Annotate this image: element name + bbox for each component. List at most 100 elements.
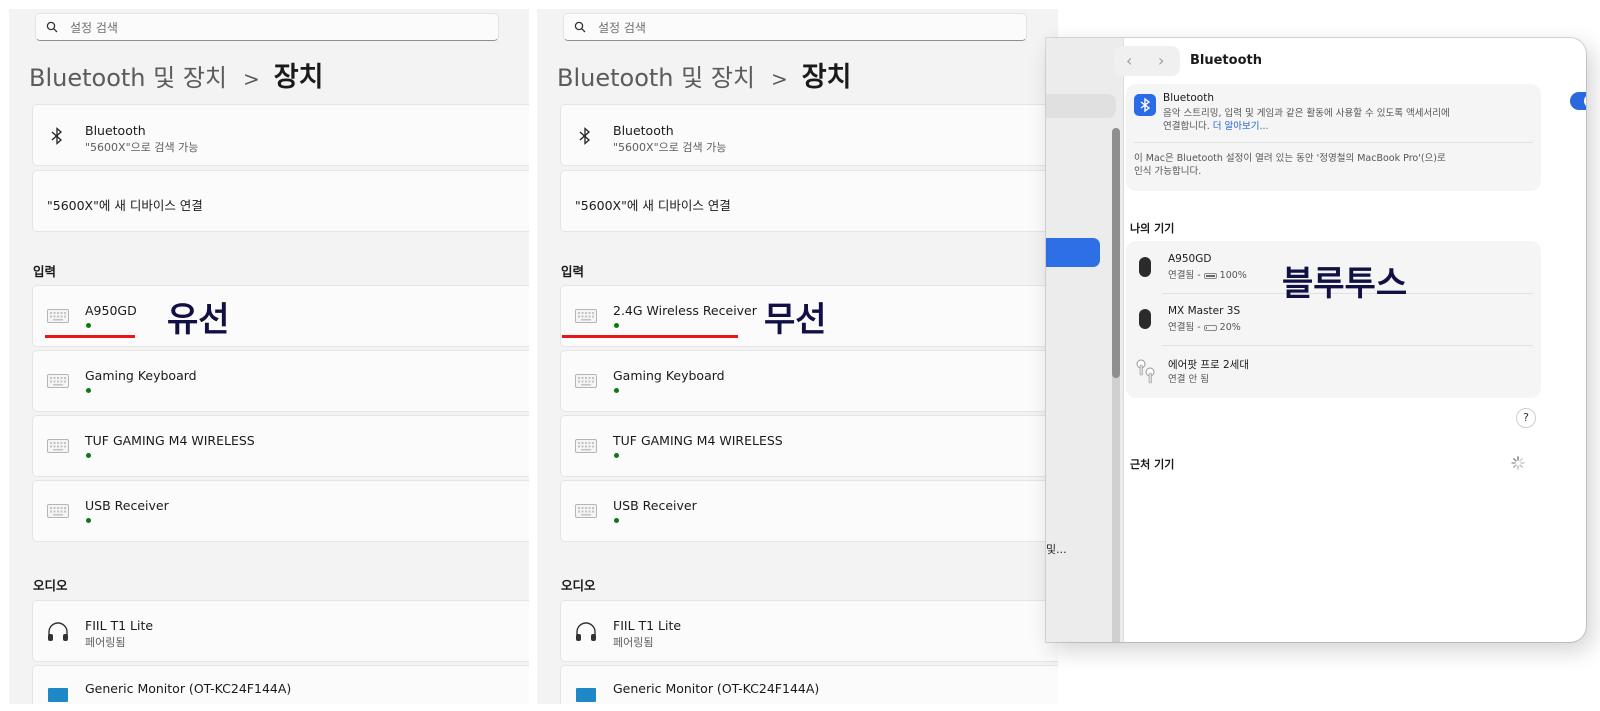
device-name: Generic Monitor (OT-KC24F144A) [613,681,820,696]
bluetooth-description: 음악 스트리밍, 입력 및 게임과 같은 활동에 사용할 수 있도록 액세서리에 [1163,108,1450,119]
device-row[interactable]: Gaming Keyboard [560,350,1058,412]
breadcrumb-parent[interactable]: Bluetooth 및 장치 [557,58,755,93]
scrollbar-thumb[interactable] [1112,128,1120,378]
headphones-icon [48,622,68,641]
device-name: FIIL T1 Lite [613,618,682,633]
bluetooth-card[interactable]: Bluetooth "5600X"으로 검색 가능 [32,104,529,166]
bluetooth-title: Bluetooth [85,123,146,138]
connection-status: 연결됨 - [1168,270,1201,281]
device-row[interactable]: Gaming Keyboard [32,350,529,412]
device-name: TUF GAMING M4 WIRELESS [85,433,255,448]
macos-bluetooth-settings: 및... ‹ › Bluetooth Bluetooth 음악 스트리밍, 입력… [1046,38,1586,642]
audio-section-label: 오디오 [33,578,68,593]
discoverable-text: 이 Mac은 Bluetooth 설정이 열려 있는 동안 '정영철의 MacB… [1134,153,1446,164]
search-icon [46,21,58,33]
airpods-icon [1136,359,1155,384]
device-name: A950GD [1168,253,1212,265]
device-name: Generic Monitor (OT-KC24F144A) [85,681,292,696]
sidebar-item-selected[interactable] [1046,238,1100,267]
bluetooth-title: Bluetooth [1163,92,1214,104]
bluetooth-toggle[interactable] [1570,92,1586,110]
device-status: 페어링됨 [613,636,654,649]
device-row[interactable]: TUF GAMING M4 WIRELESS [560,415,1058,477]
divider [1162,345,1533,346]
search-input[interactable]: 설정 검색 [563,13,1027,41]
back-icon[interactable]: ‹ [1126,51,1132,70]
bluetooth-subtitle: "5600X"으로 검색 가능 [613,141,727,154]
keyboard-icon [47,503,69,522]
battery-percent: 100% [1219,270,1247,281]
page-title: 장치 [273,62,324,93]
my-devices-label: 나의 기기 [1130,222,1175,235]
bluetooth-card[interactable]: Bluetooth "5600X"으로 검색 가능 [560,104,1058,166]
sidebar: 및... [1046,38,1124,642]
bluetooth-icon [51,127,62,145]
pair-new-device-card[interactable]: "5600X"에 새 디바이스 연결 [560,170,1058,232]
monitor-icon [576,688,596,702]
bluetooth-settings-box: Bluetooth 음악 스트리밍, 입력 및 게임과 같은 활동에 사용할 수… [1126,84,1586,191]
battery-fill [1205,274,1215,277]
forward-icon[interactable]: › [1158,51,1164,70]
nearby-devices-label: 근처 기기 [1130,458,1175,471]
help-button[interactable]: ? [1516,408,1536,428]
pair-new-device-label: "5600X"에 새 디바이스 연결 [47,198,203,213]
discoverable-text-line2: 인식 가능합니다. [1134,166,1202,177]
device-row[interactable]: Generic Monitor (OT-KC24F144A) [32,665,529,704]
device-row[interactable]: Generic Monitor (OT-KC24F144A) [560,665,1058,704]
annotation-text: 유선 [167,300,230,340]
pair-new-device-label: "5600X"에 새 디바이스 연결 [575,198,731,213]
windows-settings-wired: 설정 검색 Bluetooth 및 장치 > 장치 Bluetooth "560… [9,9,529,704]
search-input[interactable]: 설정 검색 [35,13,499,41]
connected-dot [614,388,619,393]
device-row[interactable]: USB Receiver [32,480,529,542]
keyboard-icon [47,308,69,327]
device-name: USB Receiver [613,498,697,513]
connected-dot [614,518,619,523]
pair-new-device-card[interactable]: "5600X"에 새 디바이스 연결 [32,170,529,232]
connected-dot [614,323,619,328]
sidebar-search-input[interactable] [1046,94,1116,118]
connected-dot [614,453,619,458]
device-name: MX Master 3S [1168,305,1241,317]
bluetooth-icon [1134,94,1156,116]
device-name: Gaming Keyboard [613,368,725,383]
bluetooth-icon [579,127,590,145]
device-status: 연결됨 - 100% [1168,269,1247,282]
device-row[interactable]: FIIL T1 Lite 페어링됨 [32,600,529,662]
battery-percent: 20% [1219,322,1241,333]
connection-status: 연결됨 - [1168,322,1201,333]
connected-dot [86,518,91,523]
windows-settings-wireless: 설정 검색 Bluetooth 및 장치 > 장치 Bluetooth "560… [537,9,1058,704]
device-row[interactable]: FIIL T1 Lite 페어링됨 [560,600,1058,662]
keyboard-icon [575,373,597,392]
device-name: USB Receiver [85,498,169,513]
sidebar-item-label[interactable]: 및... [1046,541,1067,557]
device-name: FIIL T1 Lite [85,618,154,633]
device-row[interactable]: TUF GAMING M4 WIRELESS [32,415,529,477]
device-name: 2.4G Wireless Receiver [613,303,757,318]
device-name: 에어팟 프로 2세대 [1168,359,1249,371]
learn-more-link[interactable]: 더 알아보기... [1213,121,1269,132]
divider [1134,142,1533,143]
device-row[interactable]: USB Receiver [560,480,1058,542]
device-status: 페어링됨 [85,636,126,649]
window-title: Bluetooth [1190,53,1262,68]
device-status: 연결 안 됨 [1168,374,1209,385]
connected-dot [86,453,91,458]
nav-buttons: ‹ › [1114,46,1180,76]
device-status: 연결됨 - 20% [1168,321,1241,334]
breadcrumb-separator: > [771,67,788,91]
breadcrumb: Bluetooth 및 장치 > 장치 [29,55,323,94]
breadcrumb-parent[interactable]: Bluetooth 및 장치 [29,58,227,93]
breadcrumb-separator: > [243,67,260,91]
annotation-text: 블루투스 [1282,264,1408,304]
page-title: 장치 [801,62,852,93]
keyboard-icon [47,373,69,392]
mouse-icon [1139,257,1151,277]
device-name: Gaming Keyboard [85,368,197,383]
loading-spinner-icon [1511,456,1525,470]
search-icon [574,21,586,33]
breadcrumb: Bluetooth 및 장치 > 장치 [557,55,851,94]
headphones-icon [576,622,596,641]
keyboard-icon [575,503,597,522]
